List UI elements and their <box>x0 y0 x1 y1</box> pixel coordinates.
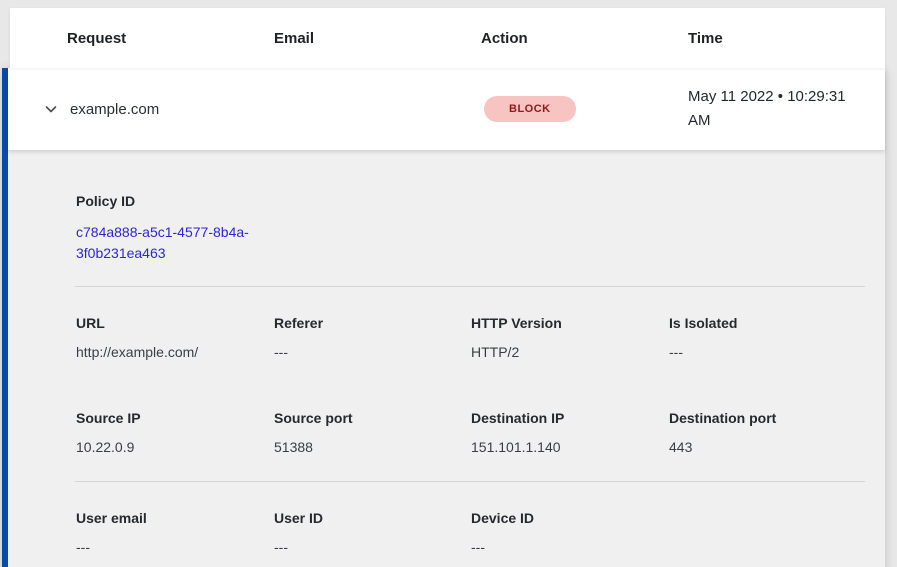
table-row[interactable]: example.com BLOCK May 11 2022 • 10:29:31… <box>8 68 885 150</box>
is-isolated-label: Is Isolated <box>669 315 865 332</box>
source-port-label: Source port <box>274 410 471 427</box>
section-divider <box>75 286 865 287</box>
column-header-email: Email <box>274 30 481 47</box>
detail-row-network: Source IP 10.22.0.9 Source port 51388 De… <box>76 410 865 456</box>
log-detail-panel: Policy ID c784a888-a5c1-4577-8b4a-3f0b23… <box>8 150 885 567</box>
http-version-value: HTTP/2 <box>471 344 669 361</box>
user-id-label: User ID <box>274 510 471 527</box>
action-block-badge: BLOCK <box>484 96 576 122</box>
referer-label: Referer <box>274 315 471 332</box>
user-email-label: User email <box>76 510 274 527</box>
policy-id-label: Policy ID <box>76 193 865 210</box>
table-header-row: Request Email Action Time <box>10 8 885 68</box>
field-source-ip: Source IP 10.22.0.9 <box>76 410 274 456</box>
chevron-down-icon <box>43 101 59 117</box>
field-is-isolated: Is Isolated --- <box>669 315 865 361</box>
user-id-value: --- <box>274 539 471 556</box>
field-destination-ip: Destination IP 151.101.1.140 <box>471 410 669 456</box>
detail-row-user: User email --- User ID --- Device ID --- <box>76 510 865 556</box>
source-port-value: 51388 <box>274 439 471 456</box>
column-header-action: Action <box>481 30 688 47</box>
field-url: URL http://example.com/ <box>76 315 274 361</box>
http-version-label: HTTP Version <box>471 315 669 332</box>
destination-ip-label: Destination IP <box>471 410 669 427</box>
url-value: http://example.com/ <box>76 344 274 361</box>
destination-ip-value: 151.101.1.140 <box>471 439 669 456</box>
column-header-time: Time <box>688 30 885 47</box>
source-ip-value: 10.22.0.9 <box>76 439 274 456</box>
row-time-value: May 11 2022 • 10:29:31 AM <box>688 85 870 133</box>
field-source-port: Source port 51388 <box>274 410 471 456</box>
section-divider <box>75 481 865 482</box>
is-isolated-value: --- <box>669 344 865 361</box>
column-header-request: Request <box>67 30 274 47</box>
url-label: URL <box>76 315 274 332</box>
user-email-value: --- <box>76 539 274 556</box>
device-id-value: --- <box>471 539 669 556</box>
policy-id-link[interactable]: c784a888-a5c1-4577-8b4a-3f0b231ea463 <box>76 222 274 264</box>
row-expand-toggle[interactable] <box>43 101 70 117</box>
source-ip-label: Source IP <box>76 410 274 427</box>
detail-row-http: URL http://example.com/ Referer --- HTTP… <box>76 315 865 361</box>
field-user-email: User email --- <box>76 510 274 556</box>
field-destination-port: Destination port 443 <box>669 410 865 456</box>
expanded-log-entry: example.com BLOCK May 11 2022 • 10:29:31… <box>2 68 885 567</box>
field-http-version: HTTP Version HTTP/2 <box>471 315 669 361</box>
field-device-id: Device ID --- <box>471 510 669 556</box>
row-request-value: example.com <box>70 101 274 118</box>
field-referer: Referer --- <box>274 315 471 361</box>
destination-port-value: 443 <box>669 439 865 456</box>
referer-value: --- <box>274 344 471 361</box>
device-id-label: Device ID <box>471 510 669 527</box>
destination-port-label: Destination port <box>669 410 865 427</box>
field-user-id: User ID --- <box>274 510 471 556</box>
